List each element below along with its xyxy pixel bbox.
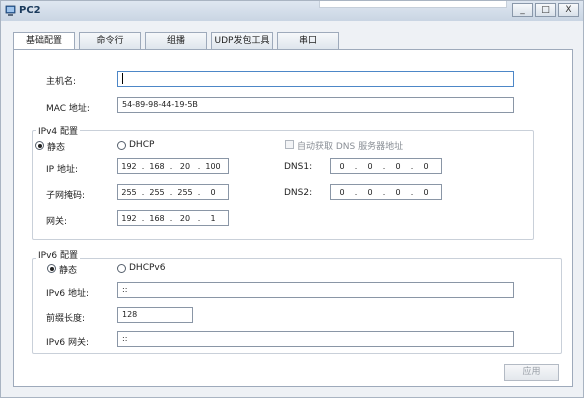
ipv6-address-field[interactable]: :: bbox=[117, 282, 514, 298]
ipv4-dhcp-label: DHCP bbox=[129, 140, 155, 150]
auto-dns-label: 自动获取 DNS 服务器地址 bbox=[297, 142, 404, 152]
maximize-button[interactable]: □ bbox=[535, 3, 556, 17]
tab-multicast[interactable]: 组播 bbox=[145, 32, 207, 50]
gateway-field[interactable]: 192. 168. 20. 1 bbox=[117, 210, 229, 226]
ipv6-address-label: IPv6 地址: bbox=[46, 289, 90, 299]
dns1-octet-1: 0 bbox=[339, 161, 345, 171]
dns2-octet-2: 0 bbox=[367, 187, 373, 197]
ip-address-field[interactable]: 192. 168. 20. 100 bbox=[117, 158, 229, 174]
minimize-button[interactable]: _ bbox=[512, 3, 533, 17]
ip-octet-4: 100 bbox=[205, 161, 221, 171]
ip-octet-3: 20 bbox=[179, 161, 191, 171]
tab-command-line[interactable]: 命令行 bbox=[79, 32, 141, 50]
dns1-field[interactable]: 0. 0. 0. 0 bbox=[330, 158, 442, 174]
title-bar[interactable]: PC2 _ □ X bbox=[1, 1, 583, 21]
hostname-label: 主机名: bbox=[46, 77, 77, 87]
prefix-length-label: 前缀长度: bbox=[46, 314, 86, 324]
dns1-octet-4: 0 bbox=[423, 161, 429, 171]
mask-octet-3: 255 bbox=[177, 187, 193, 197]
ipv6-static-label: 静态 bbox=[59, 266, 78, 276]
dns2-octet-3: 0 bbox=[395, 187, 401, 197]
text-caret bbox=[122, 73, 123, 84]
ip-address-label: IP 地址: bbox=[46, 165, 78, 175]
gateway-octet-2: 168 bbox=[149, 213, 165, 223]
gateway-octet-1: 192 bbox=[121, 213, 137, 223]
dns2-octet-4: 0 bbox=[423, 187, 429, 197]
ip-octet-1: 192 bbox=[121, 161, 137, 171]
gateway-octet-3: 20 bbox=[179, 213, 191, 223]
dns1-octet-3: 0 bbox=[395, 161, 401, 171]
ipv4-group-title: IPv4 配置 bbox=[36, 124, 80, 137]
gateway-octet-4: 1 bbox=[210, 213, 216, 223]
tab-serial-port[interactable]: 串口 bbox=[277, 32, 339, 50]
dns1-label: DNS1: bbox=[284, 162, 313, 172]
title-strip bbox=[319, 1, 507, 8]
mac-address-field[interactable]: 54-89-98-44-19-5B bbox=[117, 97, 514, 113]
ipv4-static-label: 静态 bbox=[47, 143, 66, 153]
auto-dns-checkbox[interactable] bbox=[285, 140, 294, 149]
ipv4-static-radio[interactable] bbox=[35, 141, 44, 150]
hostname-input[interactable] bbox=[117, 71, 514, 87]
tab-bar: 基础配置 命令行 组播 UDP发包工具 串口 bbox=[13, 32, 339, 51]
close-button[interactable]: X bbox=[558, 3, 579, 17]
subnet-mask-field[interactable]: 255. 255. 255. 0 bbox=[117, 184, 229, 200]
dns2-field[interactable]: 0. 0. 0. 0 bbox=[330, 184, 442, 200]
apply-button[interactable]: 应用 bbox=[504, 364, 559, 381]
prefix-length-field[interactable]: 128 bbox=[117, 307, 193, 323]
dns1-octet-2: 0 bbox=[367, 161, 373, 171]
ipv6-gateway-field[interactable]: :: bbox=[117, 331, 514, 347]
dns2-label: DNS2: bbox=[284, 188, 313, 198]
ipv6-gateway-label: IPv6 网关: bbox=[46, 338, 90, 348]
mac-label: MAC 地址: bbox=[46, 104, 90, 114]
mask-octet-4: 0 bbox=[210, 187, 216, 197]
ipv6-group-title: IPv6 配置 bbox=[36, 248, 80, 261]
mask-octet-2: 255 bbox=[149, 187, 165, 197]
mask-octet-1: 255 bbox=[121, 187, 137, 197]
pc-config-window: PC2 _ □ X 基础配置 命令行 组播 UDP发包工具 串口 主机名: MA… bbox=[0, 0, 584, 398]
basic-config-panel: 主机名: MAC 地址: 54-89-98-44-19-5B IPv4 配置 静… bbox=[13, 49, 573, 387]
subnet-mask-label: 子网掩码: bbox=[46, 191, 86, 201]
ipv6-dhcp-label: DHCPv6 bbox=[129, 263, 166, 273]
dns2-octet-1: 0 bbox=[339, 187, 345, 197]
gateway-label: 网关: bbox=[46, 217, 68, 227]
pc-app-icon bbox=[5, 5, 16, 16]
ipv4-group bbox=[32, 130, 534, 240]
ipv6-static-radio[interactable] bbox=[47, 264, 56, 273]
ip-octet-2: 168 bbox=[149, 161, 165, 171]
tab-udp-tool[interactable]: UDP发包工具 bbox=[211, 32, 273, 50]
ipv6-dhcp-radio[interactable] bbox=[117, 264, 126, 273]
window-title: PC2 bbox=[19, 5, 41, 16]
ipv4-dhcp-radio[interactable] bbox=[117, 141, 126, 150]
